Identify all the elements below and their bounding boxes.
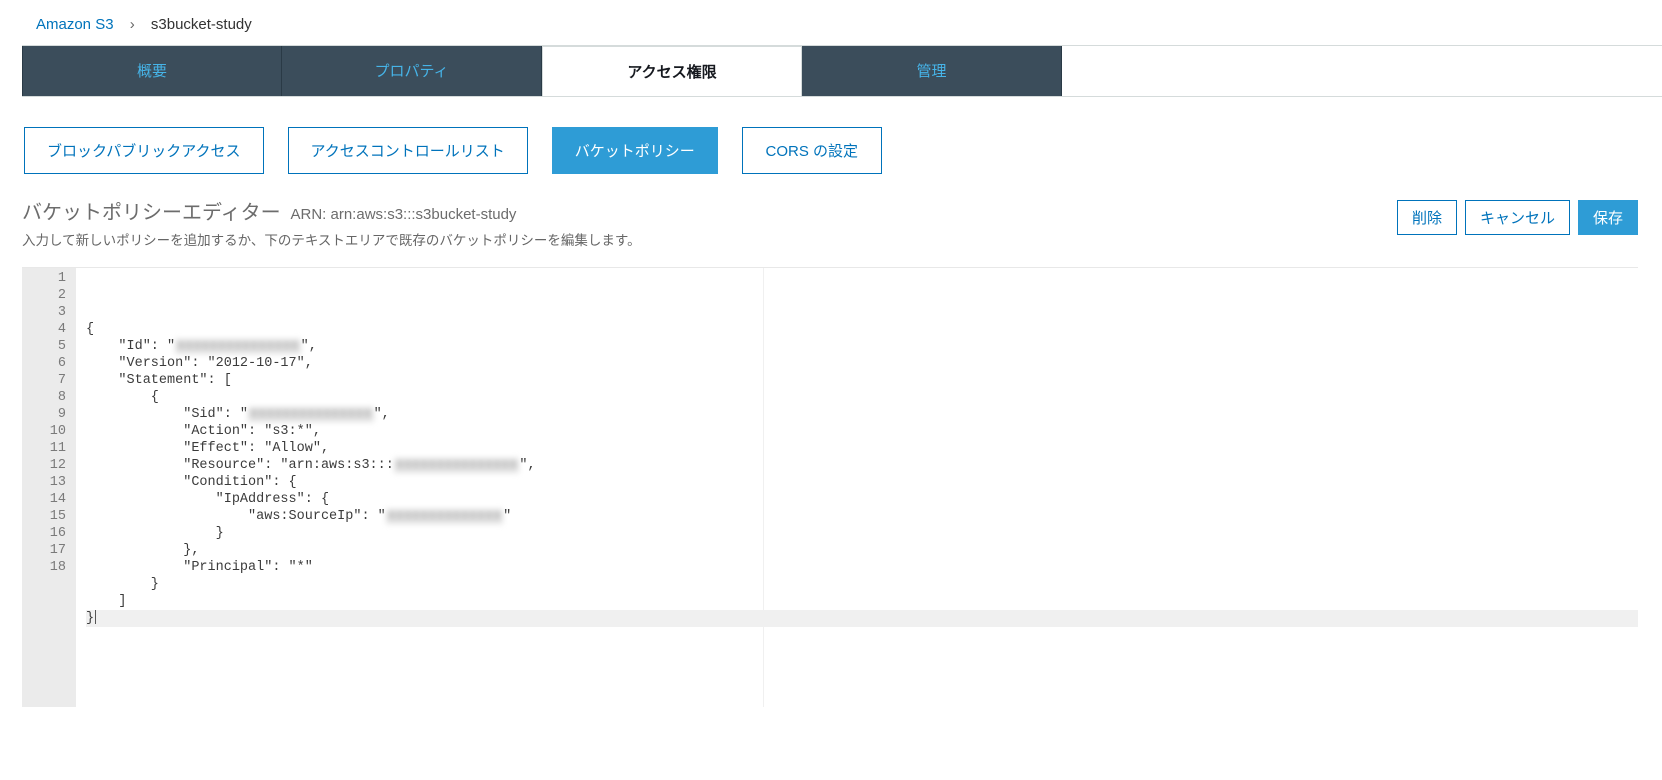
subtab-cors[interactable]: CORS の設定: [742, 127, 882, 174]
line-number: 8: [38, 389, 66, 406]
line-number: 4: [38, 321, 66, 338]
delete-button[interactable]: 削除: [1397, 200, 1457, 235]
code-gutter: 123456789101112131415161718: [22, 268, 76, 707]
line-number: 1: [38, 270, 66, 287]
line-number: 9: [38, 406, 66, 423]
code-line[interactable]: }: [86, 525, 1638, 542]
line-number: 14: [38, 491, 66, 508]
redacted-text: xxxxxxxxxxxxxxx: [248, 407, 374, 422]
line-number: 2: [38, 287, 66, 304]
editor-title-block: バケットポリシーエディター ARN: arn:aws:s3:::s3bucket…: [22, 196, 641, 249]
code-line[interactable]: "Resource": "arn:aws:s3:::xxxxxxxxxxxxxx…: [86, 457, 1638, 474]
tab-overview[interactable]: 概要: [22, 46, 282, 96]
code-line[interactable]: "Version": "2012-10-17",: [86, 355, 1638, 372]
code-editor[interactable]: 123456789101112131415161718 { "Id": "xxx…: [22, 267, 1638, 707]
editor-subtitle: 入力して新しいポリシーを追加するか、下のテキストエリアで既存のバケットポリシーを…: [22, 229, 641, 249]
chevron-right-icon: ›: [130, 16, 135, 33]
breadcrumb-current: s3bucket-study: [151, 16, 252, 33]
permission-subtabs: ブロックパブリックアクセス アクセスコントロールリスト バケットポリシー COR…: [0, 97, 1662, 196]
editor-arn: ARN: arn:aws:s3:::s3bucket-study: [291, 206, 517, 223]
code-line[interactable]: "aws:SourceIp": "xxxxxxxxxxxxxx": [86, 508, 1638, 525]
code-line[interactable]: {: [86, 321, 1638, 338]
code-line[interactable]: "Sid": "xxxxxxxxxxxxxxx",: [86, 406, 1638, 423]
line-number: 10: [38, 423, 66, 440]
editor-actions: 削除 キャンセル 保存: [1397, 200, 1638, 235]
line-number: 16: [38, 525, 66, 542]
code-line[interactable]: "Action": "s3:*",: [86, 423, 1638, 440]
line-number: 18: [38, 559, 66, 576]
editor-divider: [763, 268, 764, 707]
line-number: 7: [38, 372, 66, 389]
line-number: 5: [38, 338, 66, 355]
code-line[interactable]: "Id": "xxxxxxxxxxxxxxx",: [86, 338, 1638, 355]
line-number: 12: [38, 457, 66, 474]
breadcrumb-root-link[interactable]: Amazon S3: [36, 16, 114, 33]
text-cursor: [95, 610, 96, 624]
line-number: 15: [38, 508, 66, 525]
breadcrumb: Amazon S3 › s3bucket-study: [0, 0, 1662, 45]
code-line[interactable]: "Condition": {: [86, 474, 1638, 491]
tab-management[interactable]: 管理: [802, 46, 1062, 96]
editor-title: バケットポリシーエディター: [22, 202, 281, 224]
code-line[interactable]: ]: [86, 593, 1638, 610]
redacted-text: xxxxxxxxxxxxxx: [386, 509, 503, 524]
code-line[interactable]: {: [86, 389, 1638, 406]
subtab-acl[interactable]: アクセスコントロールリスト: [288, 127, 528, 174]
code-line[interactable]: }: [86, 610, 1638, 627]
tab-properties[interactable]: プロパティ: [282, 46, 542, 96]
redacted-text: xxxxxxxxxxxxxxx: [175, 339, 301, 354]
editor-header: バケットポリシーエディター ARN: arn:aws:s3:::s3bucket…: [0, 196, 1662, 255]
code-line[interactable]: "IpAddress": {: [86, 491, 1638, 508]
line-number: 6: [38, 355, 66, 372]
subtab-block-public-access[interactable]: ブロックパブリックアクセス: [24, 127, 264, 174]
subtab-bucket-policy[interactable]: バケットポリシー: [552, 127, 718, 174]
code-line[interactable]: }: [86, 576, 1638, 593]
code-line[interactable]: },: [86, 542, 1638, 559]
code-line[interactable]: "Effect": "Allow",: [86, 440, 1638, 457]
code-line[interactable]: "Statement": [: [86, 372, 1638, 389]
line-number: 3: [38, 304, 66, 321]
code-line[interactable]: "Principal": "*": [86, 559, 1638, 576]
code-area[interactable]: { "Id": "xxxxxxxxxxxxxxx", "Version": "2…: [76, 268, 1638, 707]
cancel-button[interactable]: キャンセル: [1465, 200, 1570, 235]
line-number: 13: [38, 474, 66, 491]
redacted-text: xxxxxxxxxxxxxxx: [394, 458, 520, 473]
line-number: 11: [38, 440, 66, 457]
line-number: 17: [38, 542, 66, 559]
tab-permissions[interactable]: アクセス権限: [542, 46, 802, 96]
save-button[interactable]: 保存: [1578, 200, 1638, 235]
main-tabs: 概要 プロパティ アクセス権限 管理: [22, 45, 1662, 97]
